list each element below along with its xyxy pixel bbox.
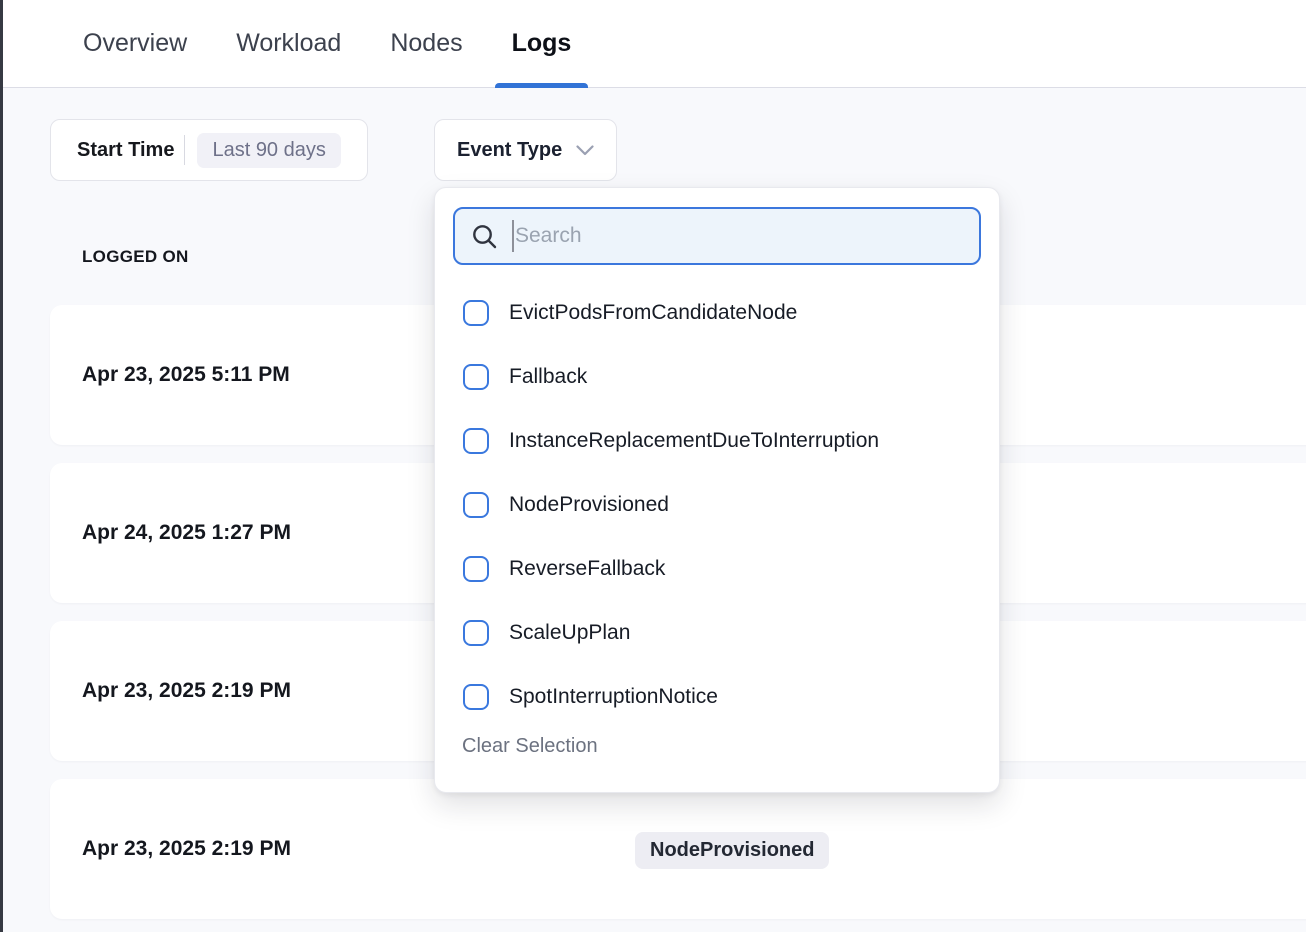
tab-overview[interactable]: Overview — [83, 0, 187, 88]
filter-divider — [184, 135, 185, 165]
start-time-filter-button[interactable]: Start Time Last 90 days — [50, 119, 368, 181]
search-input[interactable] — [515, 224, 963, 248]
option-reversefallback[interactable]: ReverseFallback — [435, 537, 999, 601]
option-scaleupplan[interactable]: ScaleUpPlan — [435, 601, 999, 665]
event-type-filter-label: Event Type — [457, 139, 562, 162]
option-label: Fallback — [509, 365, 587, 389]
logged-on-cell: Apr 24, 2025 1:27 PM — [82, 463, 291, 603]
option-fallback[interactable]: Fallback — [435, 345, 999, 409]
checkbox-unchecked[interactable] — [463, 684, 489, 710]
option-label: InstanceReplacementDueToInterruption — [509, 429, 879, 453]
logged-on-cell: Apr 23, 2025 5:11 PM — [82, 305, 290, 445]
event-type-filter-button[interactable]: Event Type — [434, 119, 617, 181]
checkbox-unchecked[interactable] — [463, 492, 489, 518]
clear-selection-button[interactable]: Clear Selection — [462, 735, 598, 758]
event-type-badge: NodeProvisioned — [635, 832, 829, 869]
tab-logs[interactable]: Logs — [512, 0, 572, 88]
logged-on-cell: Apr 23, 2025 2:19 PM — [82, 779, 291, 919]
option-label: EvictPodsFromCandidateNode — [509, 301, 797, 325]
checkbox-unchecked[interactable] — [463, 556, 489, 582]
start-time-filter-value: Last 90 days — [197, 133, 340, 168]
option-label: ReverseFallback — [509, 557, 665, 581]
option-evictpodsfromcandidatenode[interactable]: EvictPodsFromCandidateNode — [435, 281, 999, 345]
search-icon — [471, 223, 498, 250]
option-instancereplacementduetointerruption[interactable]: InstanceReplacementDueToInterruption — [435, 409, 999, 473]
option-spotinterruptionnotice[interactable]: SpotInterruptionNotice — [435, 665, 999, 729]
option-label: ScaleUpPlan — [509, 621, 630, 645]
window-edge-line — [0, 0, 3, 932]
checkbox-unchecked[interactable] — [463, 364, 489, 390]
start-time-filter-label: Start Time — [77, 139, 174, 162]
tab-workload[interactable]: Workload — [236, 0, 341, 88]
option-nodeprovisioned[interactable]: NodeProvisioned — [435, 473, 999, 537]
checkbox-unchecked[interactable] — [463, 428, 489, 454]
option-label: SpotInterruptionNotice — [509, 685, 718, 709]
tab-nodes[interactable]: Nodes — [390, 0, 462, 88]
logs-page: Overview Workload Nodes Logs Start Time … — [0, 0, 1306, 932]
event-type-option-list: EvictPodsFromCandidateNode Fallback Inst… — [435, 281, 999, 729]
option-label: NodeProvisioned — [509, 493, 669, 517]
logged-on-cell: Apr 23, 2025 2:19 PM — [82, 621, 291, 761]
checkbox-unchecked[interactable] — [463, 620, 489, 646]
dropdown-search-box — [453, 207, 981, 265]
chevron-down-icon — [576, 145, 594, 156]
text-caret — [512, 220, 514, 252]
logged-on-column-header: LOGGED ON — [82, 247, 189, 267]
event-type-dropdown-panel: EvictPodsFromCandidateNode Fallback Inst… — [434, 187, 1000, 793]
checkbox-unchecked[interactable] — [463, 300, 489, 326]
tab-bar: Overview Workload Nodes Logs — [3, 0, 1306, 88]
log-table-row[interactable]: Apr 23, 2025 2:19 PM NodeProvisioned — [50, 779, 1306, 919]
